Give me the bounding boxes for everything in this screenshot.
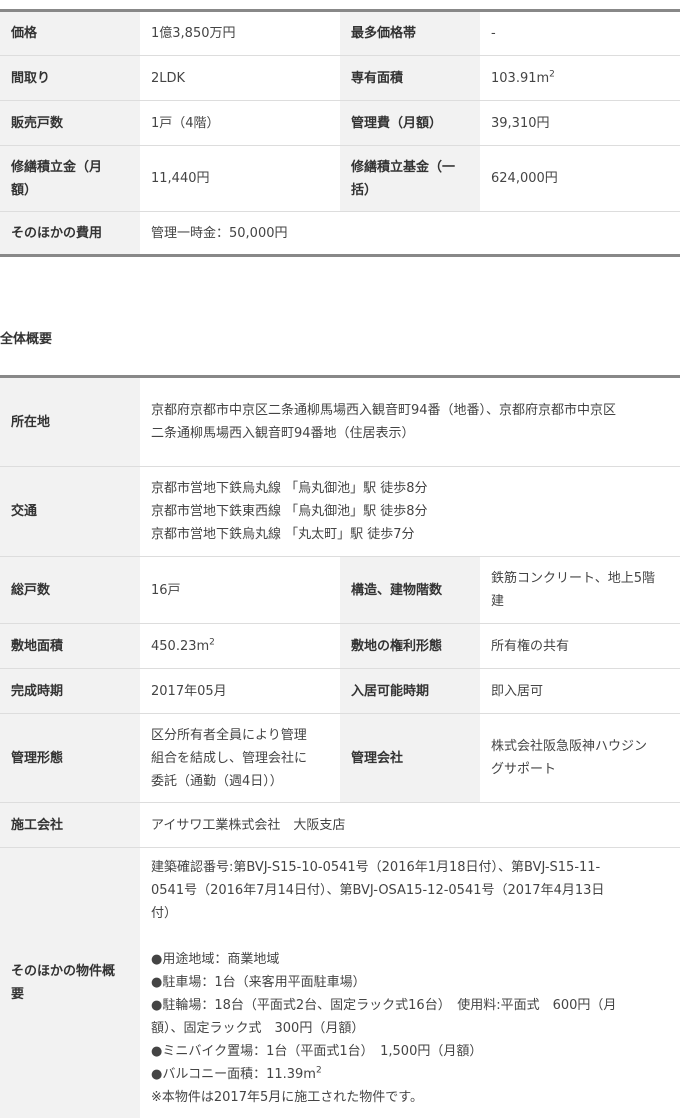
- bullet-line: ●ミニバイク置場：1台（平面式1台） 1,500円（月額）: [151, 1044, 483, 1059]
- mgmt-form-line: 組合を結成し、管理会社に: [151, 750, 308, 766]
- repair-fund-value: 624,000円: [480, 145, 680, 212]
- address-value: 京都府京都市中京区二条通柳馬場西入観音町94番（地番）、京都府京都市中京区 二条通…: [140, 376, 680, 467]
- balcony-unit-superscript: 2: [315, 1065, 322, 1076]
- move-in-value: 即入居可: [480, 668, 680, 714]
- mgmt-form-line: 区分所有者全員により管理: [151, 727, 307, 743]
- completion-label: 完成時期: [0, 668, 140, 714]
- mgmt-fee-value: 39,310円: [480, 100, 680, 146]
- bullet-line: ●駐輪場：18台（平面式2台、固定ラック式16台） 使用料:平面式 600円（月: [151, 998, 617, 1013]
- transport-value: 京都市営地下鉄烏丸線 「烏丸御池」駅 徒歩8分 京都市営地下鉄東西線 「烏丸御池」…: [140, 466, 680, 557]
- permit-line: 建築確認番号:第BVJ-S15-10-0541号（2016年1月18日付）、第B…: [151, 860, 601, 875]
- address-label: 所在地: [0, 376, 140, 467]
- site-area-label: 敷地面積: [0, 623, 140, 669]
- table-row: 総戸数 16戸 構造、建物階数 鉄筋コンクリート、地上5階建: [0, 556, 680, 624]
- table-row: 所在地 京都府京都市中京区二条通柳馬場西入観音町94番（地番）、京都府京都市中京…: [0, 376, 680, 467]
- site-area-unit-superscript: 2: [209, 637, 215, 648]
- repair-reserve-label: 修繕積立金（月 額）: [0, 145, 140, 212]
- table-row: そのほかの物件概要 建築確認番号:第BVJ-S15-10-0541号（2016年…: [0, 847, 680, 1118]
- table-row: そのほかの費用 管理一時金：50,000円: [0, 211, 680, 256]
- site-area-value: 450.23m2: [140, 623, 340, 669]
- table-row: 価格 1億3,850万円 最多価格帯 -: [0, 10, 680, 56]
- units-value: 1戸（4階）: [140, 100, 340, 146]
- other-costs-value: 管理一時金：50,000円: [140, 211, 680, 256]
- repair-reserve-label-line: 修繕積立金（月: [11, 159, 103, 175]
- repair-reserve-value: 11,440円: [140, 145, 340, 212]
- section-title: 全体概要: [0, 332, 53, 347]
- table-row: 完成時期 2017年05月 入居可能時期 即入居可: [0, 668, 680, 714]
- table-row: 販売戸数 1戸（4階） 管理費（月額） 39,310円: [0, 100, 680, 146]
- balcony-line: ●バルコニー面積：11.39m2: [151, 1063, 669, 1086]
- bullet-line: ●用途地域：商業地域: [151, 952, 280, 967]
- completion-value: 2017年05月: [140, 668, 340, 714]
- mgmt-company-line: 株式会社阪急阪神ハウジン: [491, 739, 648, 754]
- bullet-line: ●駐車場：1台（来客用平面駐車場）: [151, 975, 366, 990]
- table-row: 交通 京都市営地下鉄烏丸線 「烏丸御池」駅 徒歩8分 京都市営地下鉄東西線 「烏丸…: [0, 466, 680, 557]
- total-units-label: 総戸数: [0, 556, 140, 624]
- repair-fund-label-line: 括）: [351, 182, 378, 198]
- area-value: 103.91m2: [480, 55, 680, 101]
- structure-label: 構造、建物階数: [340, 556, 480, 624]
- structure-line: 建: [491, 594, 505, 609]
- mgmt-company-line: グサポート: [491, 762, 557, 777]
- mgmt-fee-label: 管理費（月額）: [340, 100, 480, 146]
- site-area-number: 450.23m: [151, 638, 210, 654]
- area-number: 103.91m: [491, 70, 550, 86]
- layout-label: 間取り: [0, 55, 140, 101]
- move-in-label: 入居可能時期: [340, 668, 480, 714]
- builder-value: アイサワ工業株式会社 大阪支店: [140, 802, 680, 848]
- permit-line: 0541号（2016年7月14日付）、第BVJ-OSA15-12-0541号（2…: [151, 883, 605, 898]
- transport-label: 交通: [0, 466, 140, 557]
- table-row: 施工会社 アイサワ工業株式会社 大阪支店: [0, 802, 680, 848]
- transport-line: 京都市営地下鉄烏丸線 「丸太町」駅 徒歩7分: [151, 527, 415, 542]
- price-value: 1億3,850万円: [140, 10, 340, 56]
- max-price-band-label: 最多価格帯: [340, 10, 480, 56]
- other-overview-label: そのほかの物件概要: [0, 847, 140, 1118]
- mgmt-form-label: 管理形態: [0, 713, 140, 803]
- other-overview-value: 建築確認番号:第BVJ-S15-10-0541号（2016年1月18日付）、第B…: [140, 847, 680, 1118]
- land-rights-label: 敷地の権利形態: [340, 623, 480, 669]
- overview-table: 所在地 京都府京都市中京区二条通柳馬場西入観音町94番（地番）、京都府京都市中京…: [0, 375, 680, 1118]
- table-row: 間取り 2LDK 専有面積 103.91m2: [0, 55, 680, 101]
- balcony-text: ●バルコニー面積：11.39m: [151, 1067, 316, 1082]
- price-table: 価格 1億3,850万円 最多価格帯 - 間取り 2LDK 専有面積 103.9…: [0, 9, 680, 257]
- units-label: 販売戸数: [0, 100, 140, 146]
- max-price-band-value: -: [480, 10, 680, 56]
- other-costs-label: そのほかの費用: [0, 211, 140, 256]
- repair-fund-label-line: 修繕積立基金（一: [351, 159, 456, 175]
- structure-line: 鉄筋コンクリート、地上5階: [491, 571, 656, 586]
- table-row: 修繕積立金（月 額） 11,440円 修繕積立基金（一 括） 624,000円: [0, 145, 680, 212]
- repair-fund-label: 修繕積立基金（一 括）: [340, 145, 480, 212]
- layout-value: 2LDK: [140, 55, 340, 101]
- address-line: 二条通柳馬場西入観音町94番地（住居表示）: [151, 426, 415, 441]
- table-row: 管理形態 区分所有者全員により管理 組合を結成し、管理会社に 委託（通勤（週4日））…: [0, 713, 680, 803]
- repair-reserve-label-line: 額）: [11, 182, 38, 198]
- table-row: 敷地面積 450.23m2 敷地の権利形態 所有権の共有: [0, 623, 680, 669]
- mgmt-form-value: 区分所有者全員により管理 組合を結成し、管理会社に 委託（通勤（週4日））: [140, 713, 340, 803]
- structure-value: 鉄筋コンクリート、地上5階建: [480, 556, 680, 624]
- land-rights-value: 所有権の共有: [480, 623, 680, 669]
- note-line: ※本物件は2017年5月に施工された物件です。: [151, 1090, 423, 1105]
- total-units-value: 16戸: [140, 556, 340, 624]
- builder-label: 施工会社: [0, 802, 140, 848]
- area-unit-superscript: 2: [549, 69, 555, 80]
- other-overview-label-line: 要: [11, 986, 25, 1002]
- price-label: 価格: [0, 10, 140, 56]
- mgmt-form-line: 委託（通勤（週4日））: [151, 773, 283, 789]
- permit-line: 付）: [151, 906, 178, 921]
- mgmt-company-value: 株式会社阪急阪神ハウジン グサポート: [480, 713, 680, 803]
- bullet-line: 額）、固定ラック式 300円（月額）: [151, 1021, 365, 1036]
- area-label: 専有面積: [340, 55, 480, 101]
- transport-line: 京都市営地下鉄東西線 「烏丸御池」駅 徒歩8分: [151, 504, 428, 519]
- mgmt-company-label: 管理会社: [340, 713, 480, 803]
- other-overview-label-line: そのほかの物件概: [11, 963, 116, 979]
- transport-line: 京都市営地下鉄烏丸線 「烏丸御池」駅 徒歩8分: [151, 481, 428, 496]
- address-line: 京都府京都市中京区二条通柳馬場西入観音町94番（地番）、京都府京都市中京区: [151, 403, 617, 418]
